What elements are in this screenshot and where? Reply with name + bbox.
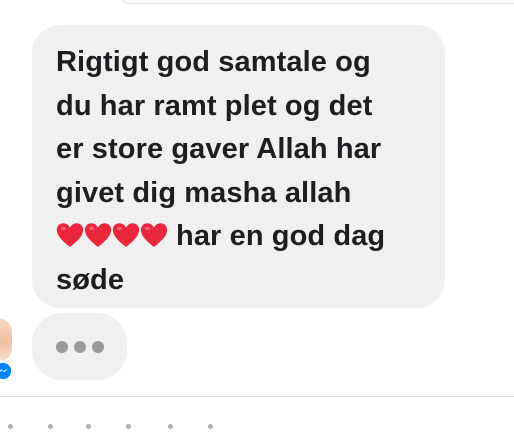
- message-line: Rigtigt god samtale og: [56, 46, 371, 78]
- composer-divider: [0, 396, 514, 397]
- typing-indicator: [32, 313, 127, 380]
- heart-emoji-icon: [140, 223, 168, 247]
- composer-icon-fragment: [48, 424, 53, 429]
- message-text: har en god dag: [176, 220, 386, 252]
- composer-icon-fragment: [126, 424, 131, 429]
- typing-dot: [91, 340, 104, 353]
- message-line: du har ramt plet og det: [56, 89, 373, 122]
- message-bubble[interactable]: Rigtigt god samtale og du har ramt plet …: [32, 25, 445, 308]
- messenger-logo-icon: [0, 362, 12, 380]
- composer-icon-fragment: [8, 424, 13, 429]
- composer-area-partial: [8, 424, 228, 430]
- message-line: givet dig masha allah: [56, 176, 352, 209]
- message-line: er store gaver Allah har: [56, 133, 382, 165]
- typing-dot: [55, 340, 68, 353]
- typing-dot: [73, 340, 86, 353]
- composer-icon-fragment: [168, 424, 173, 429]
- previous-message-bubble: [118, 0, 514, 4]
- heart-emoji-icon: [112, 223, 140, 247]
- composer-icon-fragment: [86, 424, 91, 429]
- heart-emoji-icon: [84, 223, 112, 247]
- heart-emoji-icon: [56, 223, 84, 247]
- message-line-with-hearts: har en god dag: [56, 215, 423, 259]
- avatar[interactable]: [0, 318, 12, 362]
- heart-emoji-group: [56, 222, 168, 249]
- message-line: søde: [56, 263, 125, 296]
- composer-icon-fragment: [208, 424, 213, 429]
- messenger-badge-icon: [0, 360, 14, 382]
